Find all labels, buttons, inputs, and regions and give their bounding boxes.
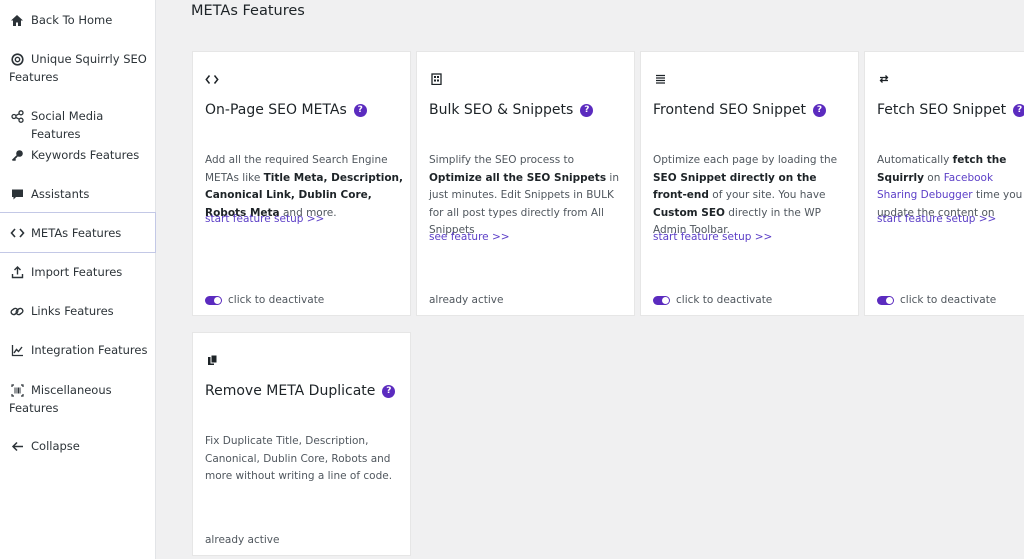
card-title: Bulk SEO & Snippets? [429, 102, 594, 118]
description-text: Optimize each page by loading the [653, 154, 838, 166]
sidebar-item-label: METAs Features [31, 225, 122, 240]
card-title: Frontend SEO Snippet? [653, 102, 826, 118]
status-label: already active [429, 294, 504, 306]
sidebar-item-import-features[interactable]: Import Features [0, 263, 156, 281]
copy-icon [205, 353, 219, 367]
card-description: Simplify the SEO process to Optimize all… [429, 152, 629, 240]
sidebar: Back To Home Unique Squirrly SEO Feature… [0, 0, 156, 559]
page-title: METAs Features [191, 3, 305, 19]
sidebar-item-label: Integration Features [31, 343, 148, 357]
sidebar-item-label: Links Features [31, 304, 114, 318]
toggle-label: click to deactivate [228, 294, 325, 306]
card-description: Fix Duplicate Title, Description, Canoni… [205, 433, 405, 486]
upload-icon [9, 263, 25, 281]
start-feature-setup-link[interactable]: start feature setup >> [205, 213, 324, 225]
sidebar-item-keywords-features[interactable]: Keywords Features [0, 146, 156, 164]
help-icon[interactable]: ? [580, 103, 594, 117]
deactivate-toggle[interactable]: click to deactivate [877, 294, 996, 306]
toggle-switch[interactable] [877, 295, 894, 305]
help-icon[interactable]: ? [1013, 103, 1024, 117]
status-label: already active [205, 534, 280, 546]
description-text: Automatically [877, 154, 953, 166]
key-icon [9, 146, 25, 164]
list-icon [653, 72, 667, 86]
start-feature-setup-link[interactable]: start feature setup >> [877, 213, 996, 225]
building-icon [429, 72, 443, 86]
card-title: Fetch SEO Snippet? [877, 102, 1024, 118]
card-description: Optimize each page by loading the SEO Sn… [653, 152, 853, 240]
feature-card-bulk-seo-snippets: Bulk SEO & Snippets? Simplify the SEO pr… [416, 51, 635, 316]
sidebar-item-miscellaneous-features[interactable]: Miscellaneous Features [0, 381, 156, 417]
feature-card-frontend-seo-snippet: Frontend SEO Snippet? Optimize each page… [640, 51, 859, 316]
share-icon [9, 107, 25, 125]
card-title: Remove META Duplicate? [205, 383, 396, 399]
sidebar-item-label: Social Media Features [31, 109, 104, 141]
toggle-label: click to deactivate [900, 294, 997, 306]
deactivate-toggle[interactable]: click to deactivate [653, 294, 772, 306]
start-feature-setup-link[interactable]: start feature setup >> [653, 231, 772, 243]
refresh-icon [877, 72, 891, 86]
feature-card-fetch-seo-snippet: Fetch SEO Snippet? Automatically fetch t… [864, 51, 1024, 316]
sidebar-item-label: Unique Squirrly SEO Features [9, 52, 147, 84]
toggle-switch[interactable] [653, 295, 670, 305]
description-text: of your site. You have [708, 189, 826, 201]
sidebar-item-integration-features[interactable]: Integration Features [0, 341, 156, 359]
sidebar-item-metas-features[interactable]: METAs Features [0, 212, 156, 253]
deactivate-toggle[interactable]: click to deactivate [205, 294, 324, 306]
see-feature-link[interactable]: see feature >> [429, 231, 510, 243]
help-icon[interactable]: ? [812, 103, 826, 117]
description-text: Fix Duplicate Title, Description, Canoni… [205, 435, 393, 482]
arrow-left-icon [9, 437, 25, 455]
description-text: Simplify the SEO process to [429, 154, 575, 166]
description-text: Custom SEO [653, 206, 725, 219]
card-description: Add all the required Search Engine METAs… [205, 152, 405, 222]
code-icon [205, 72, 219, 86]
chart-line-icon [9, 341, 25, 359]
code-icon [9, 224, 25, 242]
sidebar-item-label: Assistants [31, 187, 90, 201]
toggle-switch[interactable] [205, 295, 222, 305]
sidebar-item-label: Collapse [31, 439, 80, 453]
toggle-label: click to deactivate [676, 294, 773, 306]
sidebar-item-back-to-home[interactable]: Back To Home [0, 11, 156, 29]
card-description: Automatically fetch the Squirrly on Face… [877, 152, 1024, 222]
description-text: Optimize all the SEO Snippets [429, 171, 607, 184]
squirrly-logo-icon [9, 50, 25, 68]
description-text: on [923, 171, 944, 184]
sidebar-item-label: Back To Home [31, 13, 113, 27]
chat-icon [9, 185, 25, 203]
sidebar-item-label: Keywords Features [31, 148, 140, 162]
sidebar-item-label: Import Features [31, 265, 123, 279]
sidebar-item-unique-squirrly-seo-features[interactable]: Unique Squirrly SEO Features [0, 50, 156, 86]
home-icon [9, 11, 25, 29]
feature-card-remove-meta-duplicate: Remove META Duplicate? Fix Duplicate Tit… [192, 332, 411, 556]
link-icon [9, 302, 25, 320]
sidebar-item-assistants[interactable]: Assistants [0, 185, 156, 203]
help-icon[interactable]: ? [353, 103, 367, 117]
feature-card-on-page-seo-metas: On-Page SEO METAs? Add all the required … [192, 51, 411, 316]
sidebar-item-collapse[interactable]: Collapse [0, 437, 156, 455]
card-title: On-Page SEO METAs? [205, 102, 367, 118]
sidebar-item-links-features[interactable]: Links Features [0, 302, 156, 320]
help-icon[interactable]: ? [382, 384, 396, 398]
barcode-icon [9, 381, 25, 399]
sidebar-item-social-media-features[interactable]: Social Media Features [0, 107, 156, 143]
